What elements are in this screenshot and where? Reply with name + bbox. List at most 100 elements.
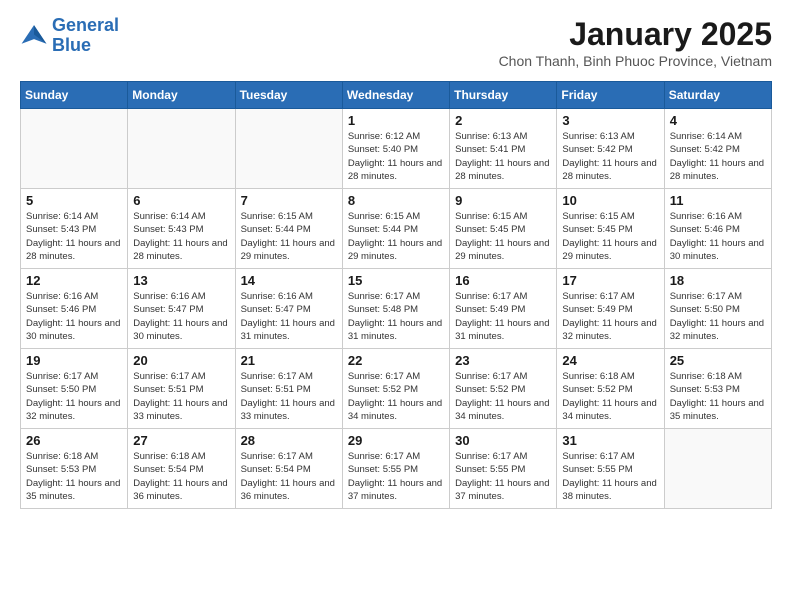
page-header: General Blue January 2025 Chon Thanh, Bi… [20,16,772,69]
day-info: Sunrise: 6:17 AM Sunset: 5:52 PM Dayligh… [348,370,444,423]
month-title: January 2025 [499,16,772,53]
week-row-4: 19Sunrise: 6:17 AM Sunset: 5:50 PM Dayli… [21,349,772,429]
calendar-cell: 20 Sunrise: 6:17 AM Sunset: 5:51 PM Dayli… [128,349,235,429]
calendar-cell: 7 Sunrise: 6:15 AM Sunset: 5:44 PM Daylig… [235,189,342,269]
header-saturday: Saturday [664,82,771,109]
day-number: 14 [241,273,337,288]
day-number: 21 [241,353,337,368]
calendar-cell: 25Sunrise: 6:18 AM Sunset: 5:53 PM Dayli… [664,349,771,429]
day-info: Sunrise: 6:17 AM Sunset: 5:49 PM Dayligh… [562,290,658,343]
day-info: Sunrise: 6:17 AM Sunset: 5:52 PM Dayligh… [455,370,551,423]
day-number: 28 [241,433,337,448]
header-friday: Friday [557,82,664,109]
day-number: 24 [562,353,658,368]
calendar-cell: 1 Sunrise: 6:12 AM Sunset: 5:40 PM Daylig… [342,109,449,189]
header-tuesday: Tuesday [235,82,342,109]
day-number: 13 [133,273,229,288]
day-info: Sunrise: 6:16 AM Sunset: 5:47 PM Dayligh… [241,290,337,343]
day-info: Sunrise: 6:14 AM Sunset: 5:42 PM Dayligh… [670,130,766,183]
day-number: 10 [562,193,658,208]
calendar-cell [128,109,235,189]
calendar-cell: 12 Sunrise: 6:16 AM Sunset: 5:46 PM Dayli… [21,269,128,349]
day-info: Sunrise: 6:13 AM Sunset: 5:41 PM Dayligh… [455,130,551,183]
day-info: Sunrise: 6:12 AM Sunset: 5:40 PM Dayligh… [348,130,444,183]
location-subtitle: Chon Thanh, Binh Phuoc Province, Vietnam [499,53,772,69]
header-thursday: Thursday [450,82,557,109]
day-number: 6 [133,193,229,208]
calendar-cell: 24 Sunrise: 6:18 AM Sunset: 5:52 PM Dayli… [557,349,664,429]
day-info: Sunrise: 6:15 AM Sunset: 5:45 PM Dayligh… [562,210,658,263]
calendar-cell: 31 Sunrise: 6:17 AM Sunset: 5:55 PM Dayli… [557,429,664,509]
logo-text: General Blue [52,16,119,56]
day-info: Sunrise: 6:15 AM Sunset: 5:44 PM Dayligh… [241,210,337,263]
title-block: January 2025 Chon Thanh, Binh Phuoc Prov… [499,16,772,69]
calendar-cell: 6Sunrise: 6:14 AM Sunset: 5:43 PM Daylig… [128,189,235,269]
day-info: Sunrise: 6:18 AM Sunset: 5:52 PM Dayligh… [562,370,658,423]
week-row-1: 1 Sunrise: 6:12 AM Sunset: 5:40 PM Daylig… [21,109,772,189]
day-number: 11 [670,193,766,208]
header-wednesday: Wednesday [342,82,449,109]
calendar-cell: 2 Sunrise: 6:13 AM Sunset: 5:41 PM Daylig… [450,109,557,189]
day-number: 29 [348,433,444,448]
calendar-cell: 13 Sunrise: 6:16 AM Sunset: 5:47 PM Dayli… [128,269,235,349]
calendar-table: SundayMondayTuesdayWednesdayThursdayFrid… [20,81,772,509]
day-number: 2 [455,113,551,128]
day-info: Sunrise: 6:17 AM Sunset: 5:55 PM Dayligh… [455,450,551,503]
day-number: 3 [562,113,658,128]
calendar-cell: 30 Sunrise: 6:17 AM Sunset: 5:55 PM Dayli… [450,429,557,509]
logo: General Blue [20,16,119,56]
day-info: Sunrise: 6:15 AM Sunset: 5:44 PM Dayligh… [348,210,444,263]
day-info: Sunrise: 6:17 AM Sunset: 5:51 PM Dayligh… [133,370,229,423]
day-info: Sunrise: 6:14 AM Sunset: 5:43 PM Dayligh… [26,210,122,263]
calendar-cell: 28 Sunrise: 6:17 AM Sunset: 5:54 PM Dayli… [235,429,342,509]
day-info: Sunrise: 6:16 AM Sunset: 5:47 PM Dayligh… [133,290,229,343]
day-info: Sunrise: 6:17 AM Sunset: 5:49 PM Dayligh… [455,290,551,343]
header-monday: Monday [128,82,235,109]
week-row-2: 5Sunrise: 6:14 AM Sunset: 5:43 PM Daylig… [21,189,772,269]
day-info: Sunrise: 6:17 AM Sunset: 5:55 PM Dayligh… [562,450,658,503]
day-number: 25 [670,353,766,368]
day-info: Sunrise: 6:17 AM Sunset: 5:48 PM Dayligh… [348,290,444,343]
day-info: Sunrise: 6:17 AM Sunset: 5:50 PM Dayligh… [26,370,122,423]
day-info: Sunrise: 6:15 AM Sunset: 5:45 PM Dayligh… [455,210,551,263]
calendar-cell: 27 Sunrise: 6:18 AM Sunset: 5:54 PM Dayli… [128,429,235,509]
day-number: 9 [455,193,551,208]
calendar-cell: 8Sunrise: 6:15 AM Sunset: 5:44 PM Daylig… [342,189,449,269]
day-number: 27 [133,433,229,448]
calendar-cell: 21 Sunrise: 6:17 AM Sunset: 5:51 PM Dayli… [235,349,342,429]
calendar-cell [664,429,771,509]
calendar-cell: 11 Sunrise: 6:16 AM Sunset: 5:46 PM Dayli… [664,189,771,269]
day-info: Sunrise: 6:17 AM Sunset: 5:51 PM Dayligh… [241,370,337,423]
day-number: 30 [455,433,551,448]
logo-icon [20,22,48,50]
day-number: 15 [348,273,444,288]
day-number: 12 [26,273,122,288]
day-number: 23 [455,353,551,368]
header-sunday: Sunday [21,82,128,109]
day-number: 1 [348,113,444,128]
calendar-cell: 17Sunrise: 6:17 AM Sunset: 5:49 PM Dayli… [557,269,664,349]
calendar-cell: 3 Sunrise: 6:13 AM Sunset: 5:42 PM Daylig… [557,109,664,189]
calendar-cell: 29Sunrise: 6:17 AM Sunset: 5:55 PM Dayli… [342,429,449,509]
calendar-cell: 22Sunrise: 6:17 AM Sunset: 5:52 PM Dayli… [342,349,449,429]
week-row-5: 26Sunrise: 6:18 AM Sunset: 5:53 PM Dayli… [21,429,772,509]
calendar-cell: 5Sunrise: 6:14 AM Sunset: 5:43 PM Daylig… [21,189,128,269]
day-info: Sunrise: 6:16 AM Sunset: 5:46 PM Dayligh… [670,210,766,263]
calendar-cell: 4 Sunrise: 6:14 AM Sunset: 5:42 PM Daylig… [664,109,771,189]
calendar-cell: 18Sunrise: 6:17 AM Sunset: 5:50 PM Dayli… [664,269,771,349]
calendar-cell: 16 Sunrise: 6:17 AM Sunset: 5:49 PM Dayli… [450,269,557,349]
day-number: 20 [133,353,229,368]
day-info: Sunrise: 6:17 AM Sunset: 5:54 PM Dayligh… [241,450,337,503]
day-info: Sunrise: 6:18 AM Sunset: 5:54 PM Dayligh… [133,450,229,503]
day-number: 31 [562,433,658,448]
calendar-cell [235,109,342,189]
day-info: Sunrise: 6:13 AM Sunset: 5:42 PM Dayligh… [562,130,658,183]
day-number: 4 [670,113,766,128]
calendar-cell: 10 Sunrise: 6:15 AM Sunset: 5:45 PM Dayli… [557,189,664,269]
calendar-cell: 23 Sunrise: 6:17 AM Sunset: 5:52 PM Dayli… [450,349,557,429]
day-number: 26 [26,433,122,448]
day-number: 16 [455,273,551,288]
day-info: Sunrise: 6:16 AM Sunset: 5:46 PM Dayligh… [26,290,122,343]
calendar-cell: 26Sunrise: 6:18 AM Sunset: 5:53 PM Dayli… [21,429,128,509]
day-number: 7 [241,193,337,208]
